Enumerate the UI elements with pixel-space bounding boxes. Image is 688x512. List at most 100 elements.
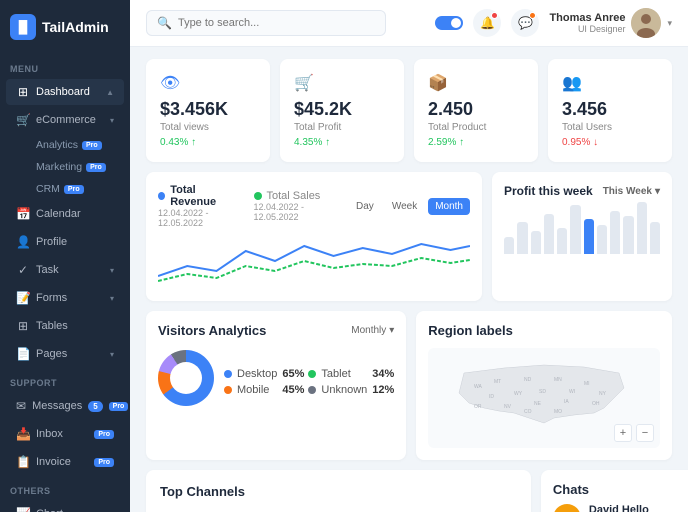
legend-pct: 12% (372, 384, 394, 396)
stat-value: $3.456K (160, 99, 256, 120)
revenue-date: 12.04.2022 - 12.05.2022 (158, 208, 238, 228)
notifications-button[interactable]: 🔔 (473, 9, 501, 37)
total-revenue-tab[interactable]: Total Revenue 12.04.2022 - 12.05.2022 (158, 184, 238, 228)
profit-bar (531, 231, 541, 254)
sidebar-item-tables[interactable]: ⊞ Tables (6, 313, 124, 339)
total-sales-tab[interactable]: Total Sales 12.04.2022 - 12.05.2022 (254, 190, 334, 222)
svg-text:IA: IA (564, 399, 569, 405)
sidebar-item-task[interactable]: ✓ Task ▾ (6, 257, 124, 283)
inbox-icon: 📥 (16, 427, 30, 441)
profit-bar (650, 222, 660, 254)
legend-pct: 34% (372, 368, 394, 380)
sidebar-sub-crm[interactable]: CRM Pro (6, 179, 124, 199)
sales-dot (254, 192, 262, 200)
region-card: Region labels WA MT ND MN MI NY ID WY (416, 311, 672, 460)
avatar[interactable] (631, 8, 661, 38)
svg-text:WY: WY (514, 391, 523, 397)
map-zoom-in[interactable]: + (614, 424, 632, 442)
period-tab-month[interactable]: Month (428, 198, 470, 215)
sub-label: Marketing (36, 161, 82, 173)
sidebar-item-label: Pages (36, 348, 104, 360)
sidebar-item-ecommerce[interactable]: 🛒 eCommerce ▾ (6, 107, 124, 133)
user-dropdown-arrow[interactable]: ▾ (667, 18, 672, 29)
period-tab-day[interactable]: Day (349, 198, 381, 215)
sidebar-item-label: Inbox (36, 428, 88, 440)
pro-badge: Pro (64, 185, 84, 194)
sidebar-sub-analytics[interactable]: Analytics Pro (6, 135, 124, 155)
map-zoom-out[interactable]: − (636, 424, 654, 442)
svg-text:MT: MT (494, 379, 501, 385)
sidebar-item-profile[interactable]: 👤 Profile (6, 229, 124, 255)
big-bottom: Top Channels SOURCE VISITORS REVENUES SA… (146, 470, 672, 512)
chats-list: DH David Hello 3 How are you? 12 min HF … (553, 497, 688, 512)
profit-bar (597, 225, 607, 254)
forms-icon: 📝 (16, 291, 30, 305)
logo-icon: ▐▌ (10, 14, 36, 40)
theme-toggle[interactable] (435, 16, 463, 30)
legend-pct: 65% (282, 368, 304, 380)
views-icon: 👁 (160, 73, 256, 93)
sidebar-item-label: Forms (36, 292, 104, 304)
period-tabs: Day Week Month (349, 198, 470, 215)
chevron-icon: ▾ (110, 294, 114, 303)
pro-badge: Pro (109, 402, 129, 411)
messages-icon: ✉ (16, 399, 26, 413)
mobile-dot (224, 386, 232, 394)
sidebar-item-label: Profile (36, 236, 114, 248)
sidebar-item-inbox[interactable]: 📥 Inbox Pro (6, 421, 124, 447)
legend-mobile: Mobile 45% (224, 384, 304, 396)
chat-avatar: DH (553, 504, 581, 512)
stat-change: 4.35% ↑ (294, 137, 390, 148)
svg-text:SD: SD (539, 389, 546, 395)
search-input[interactable] (178, 17, 375, 29)
svg-text:WI: WI (569, 389, 575, 395)
unknown-dot (308, 386, 316, 394)
stat-card-product: 📦 2.450 Total Product 2.59% ↑ (414, 59, 538, 162)
sidebar-item-dashboard[interactable]: ⊞ Dashboard ▲ (6, 79, 124, 105)
monthly-selector[interactable]: Monthly ▾ (351, 325, 394, 336)
profit-icon: 🛒 (294, 73, 390, 93)
profit-bar (610, 211, 620, 254)
sidebar-sub-marketing[interactable]: Marketing Pro (6, 157, 124, 177)
profit-chart (504, 198, 660, 258)
sidebar-item-label: Dashboard (36, 86, 100, 98)
profit-header: Profit this week This Week ▾ (504, 184, 660, 198)
sidebar-item-pages[interactable]: 📄 Pages ▾ (6, 341, 124, 367)
sidebar-item-chart[interactable]: 📈 Chart ▾ (6, 501, 124, 512)
svg-text:ND: ND (524, 377, 532, 383)
sidebar-item-label: Messages (32, 400, 82, 412)
profit-bar (623, 216, 633, 254)
revenue-card: Total Revenue 12.04.2022 - 12.05.2022 To… (146, 172, 482, 301)
region-header: Region labels (428, 323, 660, 338)
chat-item[interactable]: DH David Hello 3 How are you? 12 min (553, 497, 688, 512)
svg-text:MO: MO (554, 409, 562, 415)
svg-text:OH: OH (592, 401, 600, 407)
sidebar-item-forms[interactable]: 📝 Forms ▾ (6, 285, 124, 311)
chevron-icon: ▲ (106, 88, 114, 97)
invoice-icon: 📋 (16, 455, 30, 469)
svg-text:NY: NY (599, 391, 607, 397)
chevron-down-icon: ▾ (655, 186, 660, 197)
revenue-dot (158, 192, 165, 200)
chat-button[interactable]: 💬 (511, 9, 539, 37)
stat-label: Total Users (562, 122, 658, 133)
chats-card: Chats DH David Hello 3 How are you? 12 m… (541, 470, 688, 512)
sidebar-item-label: Invoice (36, 456, 88, 468)
legend-label: Mobile (237, 384, 277, 396)
visitors-legend: Desktop 65% Tablet 34% Mobile 45% (224, 368, 394, 396)
stat-label: Total views (160, 122, 256, 133)
search-box[interactable]: 🔍 (146, 10, 386, 36)
search-icon: 🔍 (157, 16, 172, 30)
desktop-dot (224, 370, 232, 378)
menu-section-label: MENU (0, 54, 130, 78)
sidebar-item-calendar[interactable]: 📅 Calendar (6, 201, 124, 227)
map-controls: + − (614, 424, 654, 442)
period-tab-week[interactable]: Week (385, 198, 424, 215)
sidebar-item-invoice[interactable]: 📋 Invoice Pro (6, 449, 124, 475)
sidebar-item-messages[interactable]: ✉ Messages 5 Pro (6, 393, 124, 419)
ecommerce-icon: 🛒 (16, 113, 30, 127)
chat-info: David Hello 3 How are you? 12 min (589, 504, 688, 512)
app-name: TailAdmin (42, 19, 109, 35)
week-selector[interactable]: This Week ▾ (603, 186, 660, 197)
sidebar-item-label: eCommerce (36, 114, 104, 126)
